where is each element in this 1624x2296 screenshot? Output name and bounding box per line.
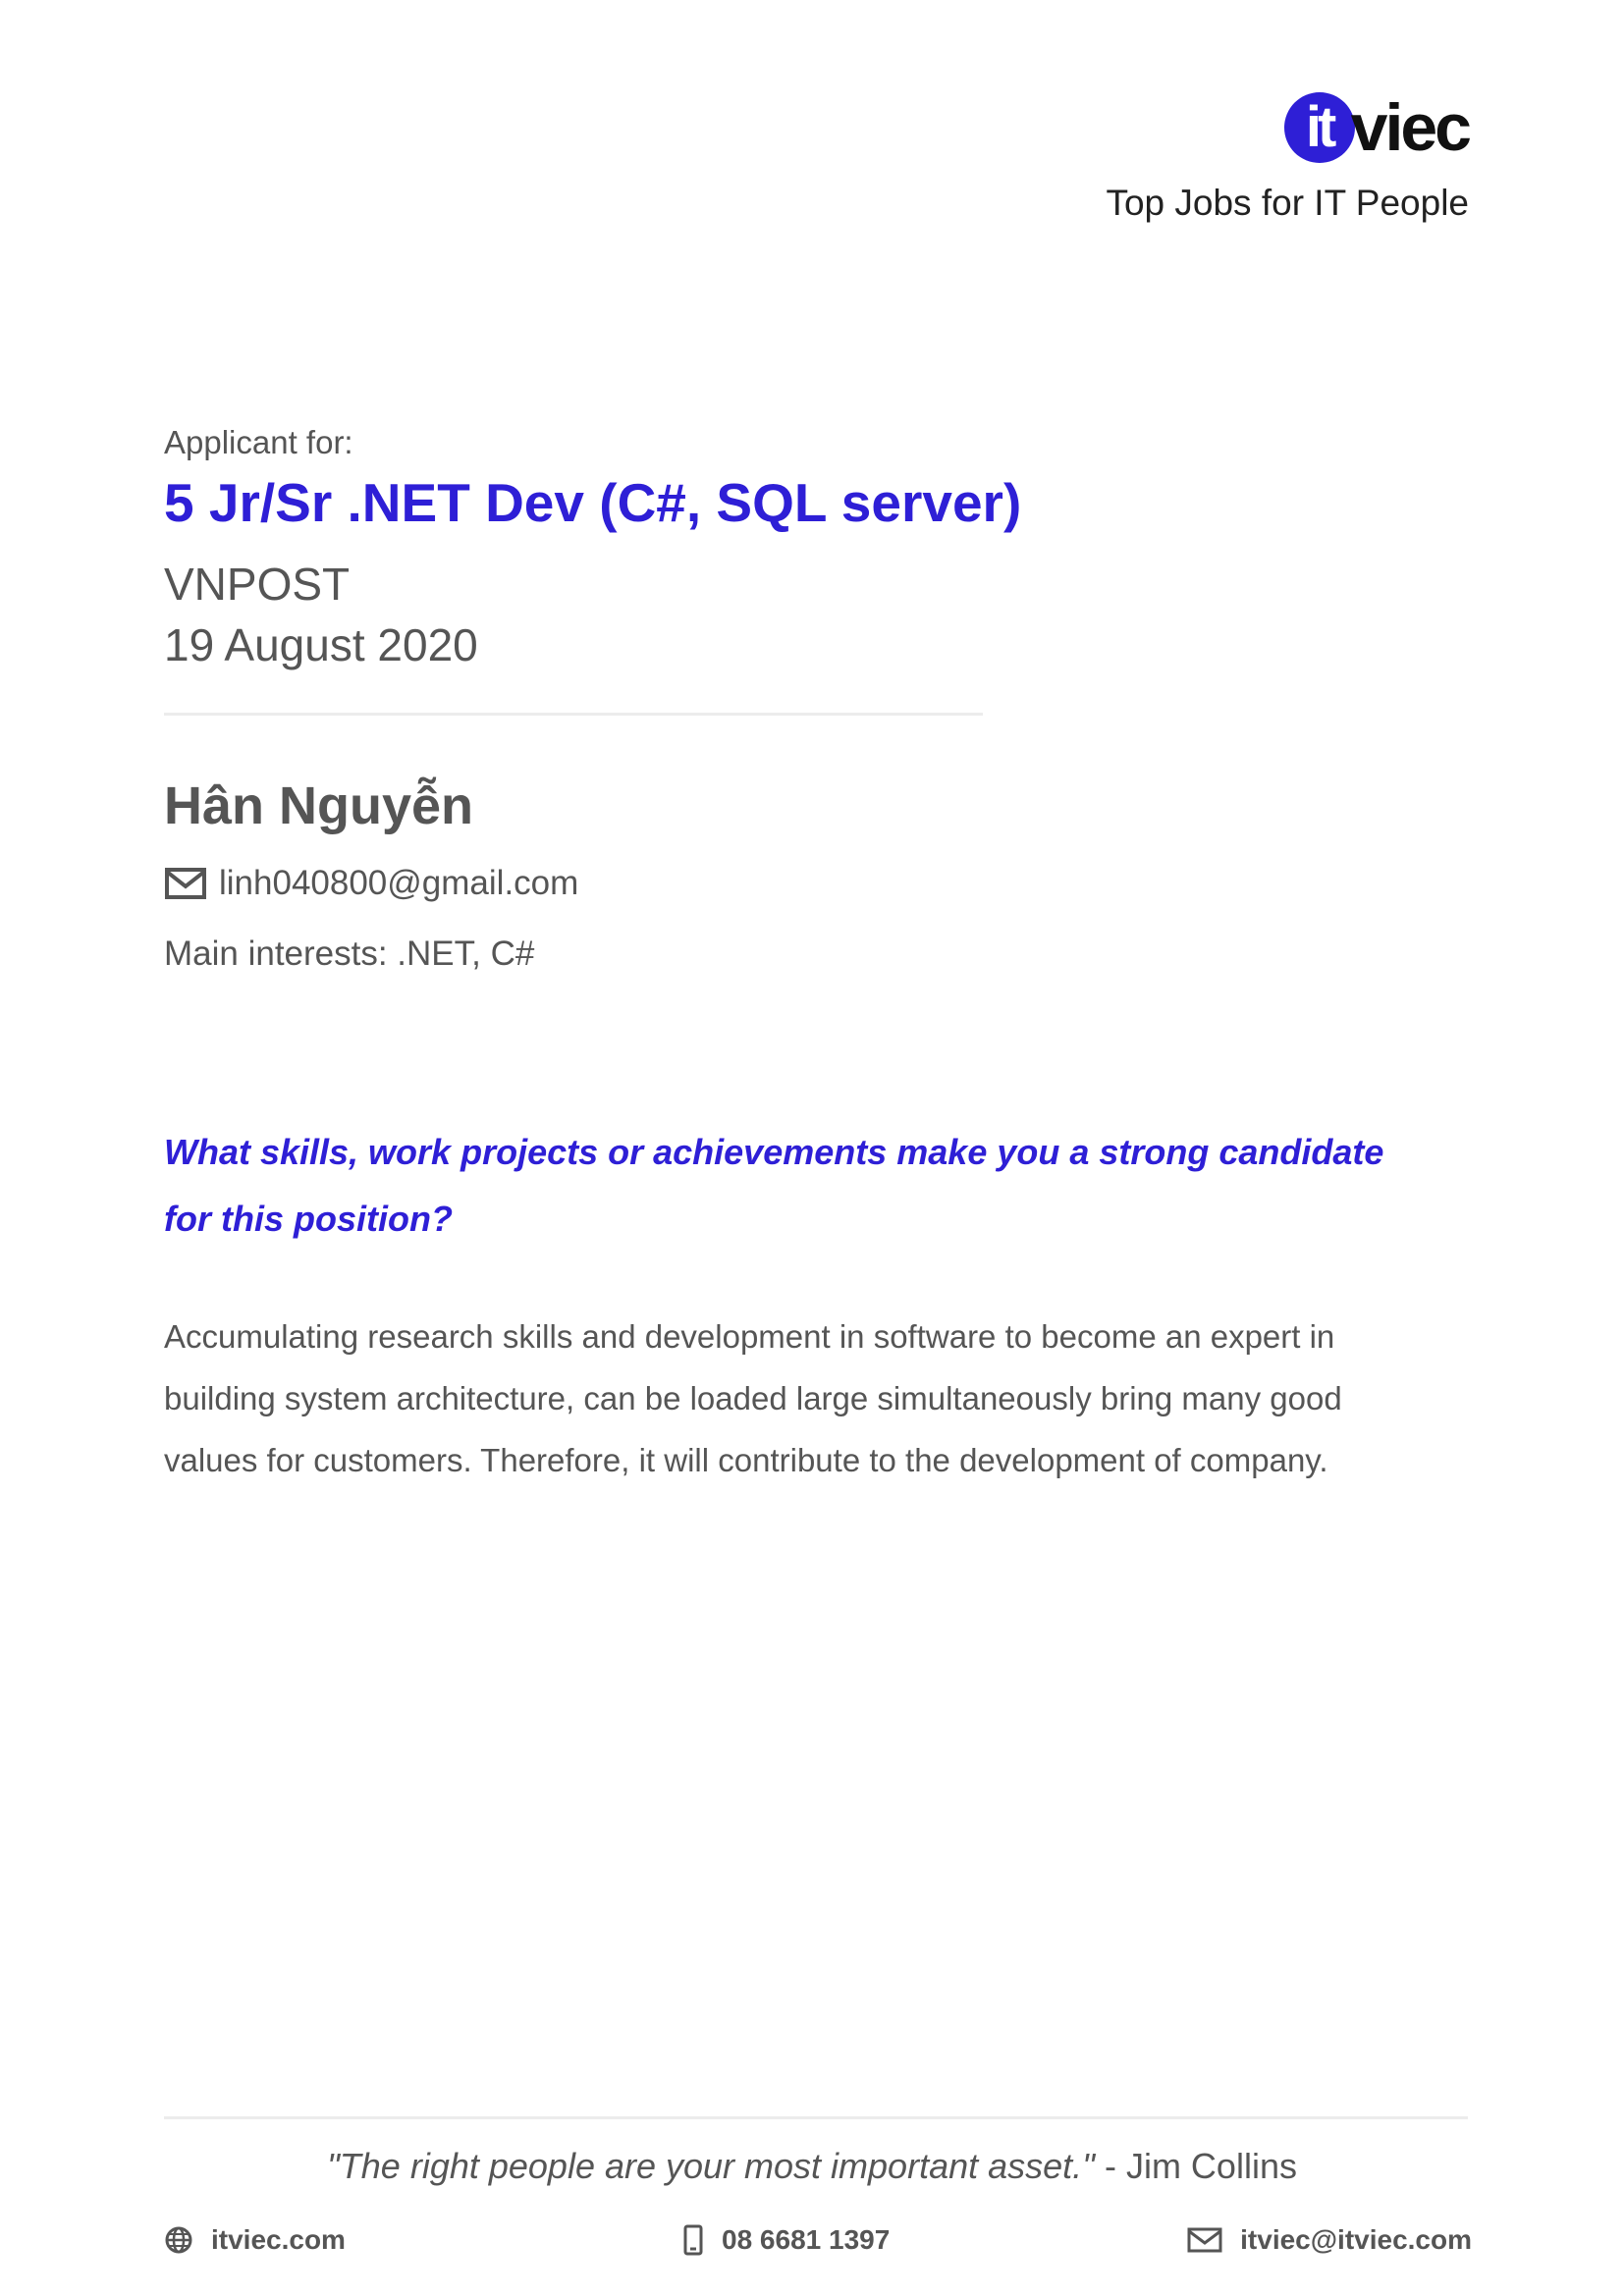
- envelope-icon: [1187, 2227, 1222, 2253]
- footer-website[interactable]: itviec.com: [164, 2224, 346, 2256]
- main-interests: Main interests: .NET, C#: [164, 934, 535, 973]
- logo-mark: it: [1283, 92, 1355, 163]
- applicant-label: Applicant for:: [164, 424, 353, 460]
- website-link[interactable]: itviec.com: [211, 2224, 346, 2256]
- application-date: 19 August 2020: [164, 619, 478, 670]
- envelope-icon: [165, 868, 206, 899]
- applicant-name: Hân Nguyễn: [164, 776, 474, 835]
- tagline: Top Jobs for IT People: [1106, 183, 1469, 223]
- footer-phone[interactable]: 08 6681 1397: [682, 2224, 890, 2256]
- itviec-logo: it viec: [1283, 86, 1472, 169]
- job-title: 5 Jr/Sr .NET Dev (C#, SQL server): [164, 472, 1022, 533]
- phone-number[interactable]: 08 6681 1397: [722, 2224, 890, 2256]
- section-divider: [164, 713, 983, 716]
- quote-author: - Jim Collins: [1094, 2146, 1297, 2186]
- phone-icon: [683, 2224, 703, 2256]
- applicant-email: linh040800@gmail.com: [219, 864, 579, 902]
- globe-icon: [165, 2226, 192, 2254]
- footer-email[interactable]: itviec@itviec.com: [1187, 2224, 1472, 2256]
- footer-email-link[interactable]: itviec@itviec.com: [1240, 2224, 1472, 2256]
- quote-text: "The right people are your most importan…: [327, 2146, 1095, 2186]
- applicant-email-row: linh040800@gmail.com: [164, 864, 578, 903]
- footer-divider: [164, 2116, 1468, 2119]
- logo-text: viec: [1350, 90, 1472, 165]
- footer-quote: "The right people are your most importan…: [0, 2146, 1624, 2187]
- question-answer: Accumulating research skills and develop…: [164, 1318, 1342, 1478]
- company-name: VNPOST: [164, 559, 351, 610]
- question-prompt: What skills, work projects or achievemen…: [164, 1132, 1384, 1239]
